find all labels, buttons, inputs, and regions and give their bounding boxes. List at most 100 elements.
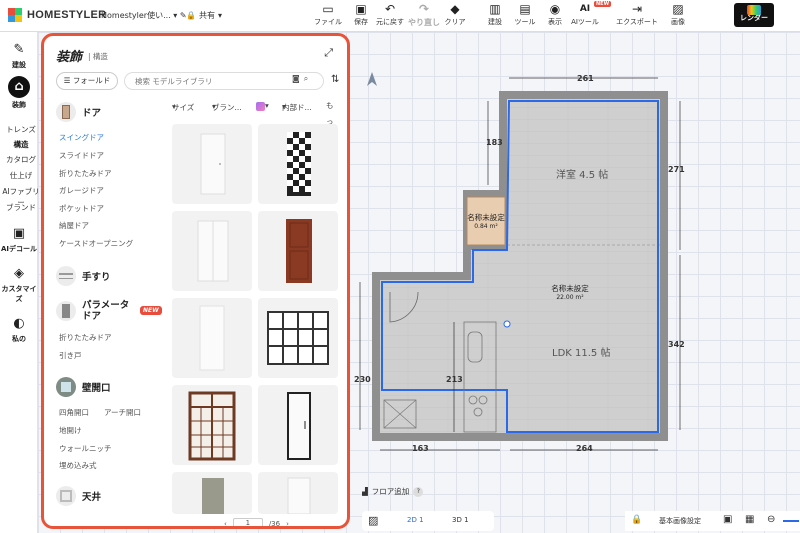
folder-button[interactable]: ☰ フォールド — [56, 72, 118, 90]
image-label: 画像 — [671, 18, 685, 26]
share-button[interactable]: 🔒 共有 ▾ — [186, 10, 222, 21]
product-tile[interactable] — [172, 298, 252, 378]
grid-door-thumbnail — [267, 311, 329, 365]
rail-finish[interactable]: 仕上げ — [2, 170, 40, 181]
export-button[interactable]: ⇥ エクスポート — [614, 2, 660, 30]
rail-mine-label: 私の — [12, 335, 26, 343]
sub-garage-door[interactable]: ガレージドア — [59, 185, 104, 196]
project-name[interactable]: Homestyler使い... ▾ ✎ — [101, 10, 187, 21]
undo-label: 元に戻す — [376, 18, 404, 26]
top-bar: HOMESTYLER Homestyler使い... ▾ ✎ 🔒 共有 ▾ ▭ ファイ… — [0, 0, 800, 32]
filter-brand[interactable]: ブラン... ▾ — [212, 102, 242, 112]
rail-ai-deco-label: AIデコール — [0, 245, 38, 253]
logo-icon — [8, 8, 22, 22]
undo-button[interactable]: ↶ 元に戻す — [371, 2, 409, 30]
rail-customize[interactable]: ◈ カスタマイズ — [0, 266, 38, 304]
product-tile[interactable] — [258, 385, 338, 465]
wall-opening-icon — [56, 377, 76, 397]
new-badge: NEW — [140, 306, 162, 315]
product-tile[interactable] — [172, 385, 252, 465]
render-label: レンダー — [740, 14, 768, 22]
category-wall-opening[interactable]: 壁開口 — [56, 377, 111, 397]
room-label-ldk: LDK 11.5 帖 — [552, 348, 611, 359]
view-switcher: ▨ 2D 1 3D 1 — [362, 511, 494, 531]
floor-add-button[interactable]: ▟ フロア追加 ? — [362, 486, 424, 497]
view-3d-button[interactable]: 3D 1 — [452, 516, 469, 524]
rail-trends[interactable]: トレンズ — [2, 124, 40, 135]
sort-icon[interactable]: ⇅ — [331, 74, 339, 85]
sub-barn-door[interactable]: 納屋ドア — [59, 220, 89, 231]
sub-wall-niche[interactable]: ウォールニッチ — [59, 443, 112, 454]
search-icon[interactable]: ⌕ — [304, 74, 308, 84]
rail-ai-deco[interactable]: ▣ AIデコール — [0, 226, 38, 254]
sub-swing-door[interactable]: スイングドア — [59, 132, 104, 143]
category-ceiling[interactable]: 天井 — [56, 486, 101, 506]
product-tile[interactable] — [172, 211, 252, 291]
category-wall-opening-label: 壁開口 — [82, 383, 111, 394]
sub-recessed[interactable]: 埋め込み式 — [59, 460, 97, 471]
export-label: エクスポート — [616, 18, 658, 26]
expand-icon[interactable]: ⤢ — [324, 46, 333, 60]
next-page-icon[interactable]: › — [286, 520, 289, 527]
floor-plan[interactable] — [350, 60, 700, 460]
view-2d-floor: 1 — [419, 516, 424, 524]
help-icon[interactable]: ? — [413, 486, 424, 497]
sub-floor-opening[interactable]: 地開け — [59, 425, 82, 436]
rail-build[interactable]: ✎ 建設 — [0, 42, 38, 70]
page-input[interactable]: 1 — [232, 518, 263, 526]
filter-interior[interactable]: 内部ド... ▾ — [282, 102, 312, 112]
cube-icon: ◈ — [14, 266, 24, 281]
rail-build-label: 建設 — [12, 61, 26, 69]
category-handrail[interactable]: 手すり — [56, 266, 111, 286]
view-2d-button[interactable]: 2D 1 — [407, 516, 424, 524]
rail-brand[interactable]: ブランド — [2, 202, 40, 213]
rail-structure[interactable]: 構造 — [2, 139, 40, 150]
app-logo[interactable]: HOMESTYLER — [8, 8, 106, 22]
basic-image-button[interactable]: 基本画像設定 — [659, 516, 701, 526]
camera-icon[interactable]: ◙ — [292, 74, 300, 84]
export-icon: ⇥ — [631, 2, 643, 16]
product-tile[interactable] — [172, 124, 252, 204]
rail-mine[interactable]: ◐ 私の — [0, 316, 38, 344]
render-button[interactable]: レンダー — [734, 3, 774, 27]
fit-view-icon[interactable]: ▦ — [745, 514, 754, 525]
ai-tools-label: AIツール — [571, 18, 599, 26]
sub-param-folding-door[interactable]: 折りたたみドア — [59, 332, 112, 343]
filter-color[interactable]: ▾ — [256, 101, 269, 111]
image-icon: ▨ — [672, 2, 684, 16]
dim-right-upper: 271 — [668, 165, 685, 174]
wall-handle[interactable] — [503, 320, 511, 328]
build-label: 建設 — [488, 18, 502, 26]
sub-square-opening[interactable]: 四角開口 — [59, 407, 89, 418]
product-tile[interactable] — [258, 472, 338, 515]
image-button[interactable]: ▨ 画像 — [664, 2, 692, 30]
category-door[interactable]: ドア — [56, 102, 101, 122]
sub-pocket-door[interactable]: ポケットドア — [59, 203, 104, 214]
product-tile[interactable] — [258, 124, 338, 204]
sub-folding-door[interactable]: 折りたたみドア — [59, 168, 112, 179]
clear-button[interactable]: ◆ クリア — [436, 2, 474, 30]
rail-catalog[interactable]: カタログ — [2, 154, 40, 165]
sub-param-sliding-door[interactable]: 引き戸 — [59, 350, 82, 361]
rail-decor[interactable]: ⌂ 装飾 — [0, 76, 38, 110]
product-tile[interactable] — [172, 472, 252, 514]
dim-left-lower: 230 — [354, 375, 371, 384]
sub-slide-door[interactable]: スライドドア — [59, 150, 104, 161]
zoom-out-icon[interactable]: ⊖ — [767, 514, 775, 525]
layers-icon[interactable]: ▨ — [368, 514, 378, 527]
sub-cased-opening[interactable]: ケースドオープニング — [59, 238, 133, 249]
lock-icon[interactable]: 🔒 — [631, 515, 642, 525]
product-tile[interactable] — [258, 298, 338, 378]
product-tile[interactable] — [258, 211, 338, 291]
compass-icon[interactable] — [367, 72, 377, 86]
zoom-slider[interactable] — [783, 520, 799, 522]
filter-size[interactable]: サイズ ▾ — [172, 102, 194, 112]
ruler-icon: ✎ — [13, 42, 25, 57]
dim-top-width: 261 — [577, 74, 594, 83]
camera-settings-icon[interactable]: ▣ — [723, 514, 732, 525]
category-parametric-door[interactable]: パラメータドア — [56, 300, 130, 322]
interior-wall — [463, 190, 508, 195]
sub-arch-opening[interactable]: アーチ開口 — [104, 407, 141, 418]
prev-page-icon[interactable]: ‹ — [224, 520, 227, 527]
grey-door-thumbnail — [202, 478, 224, 514]
